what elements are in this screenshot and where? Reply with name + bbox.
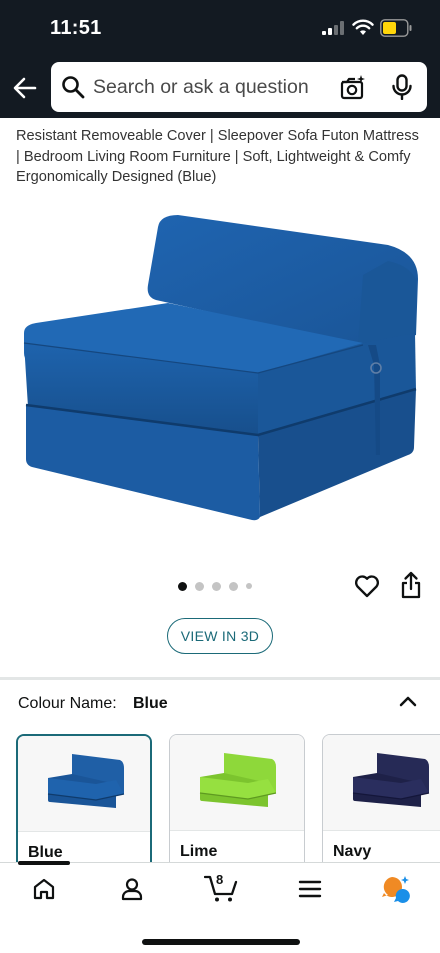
cart-count-badge: 8: [216, 872, 224, 887]
status-time: 11:51: [50, 17, 102, 39]
swatch-blue[interactable]: Blue: [16, 734, 152, 862]
colour-selected-value: Blue: [133, 695, 168, 712]
menu-icon[interactable]: [298, 879, 322, 899]
swatch-image: [18, 736, 150, 832]
colour-name-label: Colour Name:: [18, 695, 117, 712]
swatch-image: [323, 735, 440, 831]
bottom-nav: 8: [0, 861, 440, 953]
active-tab-indicator: [18, 861, 70, 865]
back-arrow-icon[interactable]: [11, 74, 39, 102]
home-icon[interactable]: [32, 877, 56, 901]
swatch-label: Blue: [28, 844, 63, 861]
product-image[interactable]: [18, 205, 422, 525]
swatch-label: Navy: [333, 843, 372, 860]
swatch-navy[interactable]: Navy: [322, 734, 440, 862]
colour-swatch-list: Blue Lime Navy: [16, 734, 440, 862]
product-title: Resistant Removeable Cover | Sleepover S…: [16, 128, 419, 185]
chevron-up-icon[interactable]: [398, 694, 418, 708]
camera-search-icon[interactable]: [339, 74, 367, 100]
carousel-dot[interactable]: [178, 581, 187, 591]
swatch-lime[interactable]: Lime: [169, 734, 305, 862]
carousel-dot[interactable]: [229, 581, 238, 591]
rufus-assistant-icon[interactable]: [380, 875, 412, 903]
swatch-image: [170, 735, 304, 831]
search-box[interactable]: [51, 62, 427, 112]
carousel-dot[interactable]: [195, 581, 204, 591]
search-header: [0, 58, 440, 118]
view-in-3d-button[interactable]: VIEW IN 3D: [167, 618, 273, 654]
section-divider: [0, 677, 440, 680]
microphone-icon[interactable]: [391, 74, 413, 100]
carousel-dot[interactable]: [212, 581, 221, 591]
swatch-label: Lime: [180, 843, 218, 860]
search-input[interactable]: [93, 62, 333, 112]
heart-icon[interactable]: [354, 574, 380, 598]
image-carousel-dots[interactable]: [178, 581, 252, 591]
wifi-icon: [352, 19, 374, 35]
home-indicator-bar: [142, 939, 300, 945]
carousel-dot[interactable]: [246, 583, 252, 589]
search-icon: [62, 76, 85, 99]
account-icon[interactable]: [120, 877, 144, 901]
battery-icon: [380, 19, 412, 37]
share-icon[interactable]: [400, 571, 422, 599]
signal-icon: [322, 21, 344, 35]
status-bar: 11:51: [0, 0, 440, 58]
